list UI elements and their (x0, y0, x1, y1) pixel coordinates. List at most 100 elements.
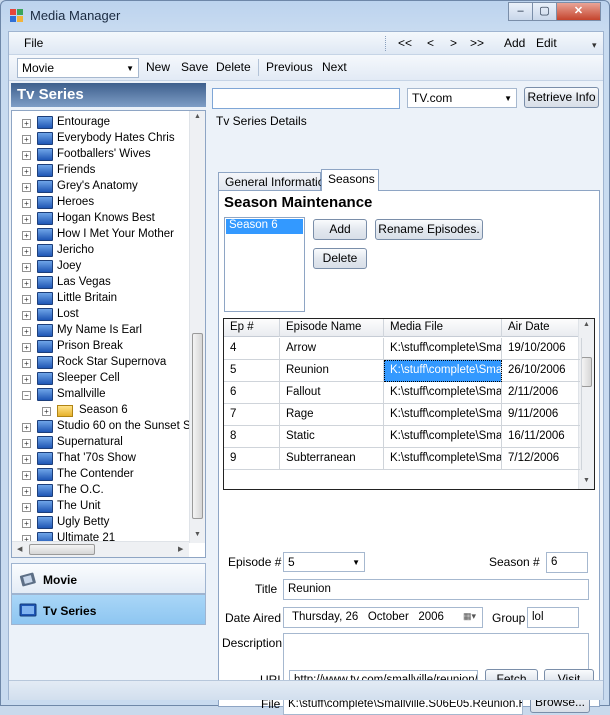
scroll-up-icon[interactable]: ▲ (583, 321, 590, 328)
scroll-left-icon[interactable]: ◀ (17, 545, 22, 553)
expand-icon[interactable]: + (22, 231, 31, 240)
expand-icon[interactable]: + (22, 263, 31, 272)
episode-name-cell[interactable]: Subterranean (280, 448, 384, 470)
expand-icon[interactable]: + (42, 407, 51, 416)
episode-name-cell[interactable]: Arrow (280, 338, 384, 360)
episode-name-cell[interactable]: Reunion (280, 360, 384, 382)
air-date-cell[interactable]: 19/10/2006 (502, 338, 582, 360)
scroll-thumb[interactable] (192, 333, 203, 519)
expand-icon[interactable]: + (22, 215, 31, 224)
expand-icon[interactable]: + (22, 183, 31, 192)
season-number-field[interactable]: 6 (546, 552, 588, 573)
column-header[interactable]: Ep # (224, 319, 280, 337)
nav-last-button[interactable]: >> (470, 36, 484, 50)
expand-icon[interactable]: + (22, 343, 31, 352)
expand-icon[interactable]: + (22, 247, 31, 256)
expand-icon[interactable]: + (22, 135, 31, 144)
add-season-button[interactable]: Add (313, 219, 367, 240)
tree-horizontal-scrollbar[interactable]: ◀ ▶ (12, 541, 189, 557)
expand-icon[interactable]: + (22, 327, 31, 336)
season-list-item[interactable]: Season 6 (226, 219, 303, 234)
expand-icon[interactable]: + (22, 311, 31, 320)
episodes-table[interactable]: Ep # Episode Name Media File Air Date ▲ … (223, 318, 595, 490)
air-date-cell[interactable]: 26/10/2006 (502, 360, 582, 382)
delete-season-button[interactable]: Delete (313, 248, 367, 269)
expand-icon[interactable]: + (22, 119, 31, 128)
expand-icon[interactable]: + (22, 503, 31, 512)
tab-seasons[interactable]: Seasons (321, 169, 379, 191)
expand-icon[interactable]: + (22, 295, 31, 304)
media-type-combo[interactable]: Movie ▼ (17, 58, 139, 78)
ep-number-cell[interactable]: 9 (224, 448, 280, 470)
expand-icon[interactable]: + (22, 199, 31, 208)
nav-movie[interactable]: Movie (11, 563, 206, 594)
episode-name-cell[interactable]: Fallout (280, 382, 384, 404)
ep-number-cell[interactable]: 5 (224, 360, 280, 382)
nav-first-button[interactable]: << (398, 36, 412, 50)
ep-number-cell[interactable]: 8 (224, 426, 280, 448)
ep-number-cell[interactable]: 6 (224, 382, 280, 404)
source-combo[interactable]: TV.com ▼ (407, 88, 517, 108)
expand-icon[interactable]: + (22, 519, 31, 528)
air-date-cell[interactable]: 16/11/2006 (502, 426, 582, 448)
episode-name-cell[interactable]: Static (280, 426, 384, 448)
minimize-button[interactable]: – (508, 2, 533, 21)
scroll-up-icon[interactable]: ▲ (194, 113, 201, 120)
calendar-icon[interactable]: ▦▾ (463, 611, 476, 622)
expand-icon[interactable]: + (22, 151, 31, 160)
media-file-cell[interactable]: K:\stuff\complete\Smallville.S06E06.Fall… (384, 382, 502, 404)
nav-tv-series[interactable]: Tv Series (11, 594, 206, 625)
episode-name-cell[interactable]: Rage (280, 404, 384, 426)
nav-next-button[interactable]: > (450, 36, 457, 50)
expand-icon[interactable]: + (22, 423, 31, 432)
tree-vertical-scrollbar[interactable]: ▲ ▼ (189, 111, 205, 543)
rename-episodes-button[interactable]: Rename Episodes. (375, 219, 483, 240)
expand-icon[interactable]: + (22, 167, 31, 176)
menu-edit[interactable]: Edit (536, 36, 557, 50)
delete-button[interactable]: Delete (216, 60, 251, 74)
maximize-button[interactable]: ▢ (532, 2, 557, 21)
group-field[interactable]: lol (527, 607, 579, 628)
expand-icon[interactable]: + (22, 375, 31, 384)
table-row[interactable]: 8StaticK:\stuff\complete\Smallville.S06E… (224, 426, 582, 448)
scroll-thumb[interactable] (29, 544, 95, 555)
expand-icon[interactable]: + (22, 279, 31, 288)
season-list[interactable]: Season 6 (224, 217, 305, 312)
search-input[interactable] (212, 88, 400, 109)
series-tree[interactable]: + Ultimate 21 + Ugly Betty + The Unit + The O.C… (11, 110, 206, 558)
save-button[interactable]: Save (181, 60, 208, 74)
menu-file[interactable]: File (24, 36, 43, 50)
tab-general-information[interactable]: General Information (218, 172, 331, 191)
column-header[interactable]: Episode Name (280, 319, 384, 337)
expand-icon[interactable]: + (22, 439, 31, 448)
new-button[interactable]: New (146, 60, 170, 74)
menu-overflow-icon[interactable]: ▾ (592, 40, 597, 51)
collapse-icon[interactable]: − (22, 391, 31, 400)
table-row[interactable]: 7RageK:\stuff\complete\Smallville.S06E07… (224, 404, 582, 426)
scroll-right-icon[interactable]: ▶ (178, 545, 183, 553)
expand-icon[interactable]: + (22, 455, 31, 464)
expand-icon[interactable]: + (22, 471, 31, 480)
media-file-cell[interactable]: K:\stuff\complete\Smallville.S06E05.Reun… (384, 360, 502, 382)
next-button[interactable]: Next (322, 60, 347, 74)
scroll-down-icon[interactable]: ▼ (583, 477, 590, 484)
table-row[interactable]: 5ReunionK:\stuff\complete\Smallville.S06… (224, 360, 582, 382)
expand-icon[interactable]: + (22, 359, 31, 368)
date-aired-picker[interactable]: Thursday, 26 October 2006 ▦▾ (283, 607, 483, 628)
media-file-cell[interactable]: K:\stuff\complete\Smallville.S06E04.Arro… (384, 338, 502, 360)
table-row[interactable]: 6FalloutK:\stuff\complete\Smallville.S06… (224, 382, 582, 404)
close-button[interactable]: ✕ (556, 2, 601, 21)
media-file-cell[interactable]: K:\stuff\complete\Smallville.S06E07.Rage… (384, 404, 502, 426)
media-file-cell[interactable]: K:\stuff\complete\Smallville.S06E08.Stat… (384, 426, 502, 448)
air-date-cell[interactable]: 7/12/2006 (502, 448, 582, 470)
expand-icon[interactable]: + (22, 487, 31, 496)
previous-button[interactable]: Previous (266, 60, 313, 74)
table-row[interactable]: 9SubterraneanK:\stuff\complete\Smallvill… (224, 448, 582, 470)
scroll-thumb[interactable] (581, 357, 592, 387)
nav-prev-button[interactable]: < (427, 36, 434, 50)
column-header[interactable]: Air Date (502, 319, 582, 337)
scroll-down-icon[interactable]: ▼ (194, 531, 201, 538)
episode-number-combo[interactable]: 5 ▼ (283, 552, 365, 572)
ep-number-cell[interactable]: 7 (224, 404, 280, 426)
air-date-cell[interactable]: 2/11/2006 (502, 382, 582, 404)
